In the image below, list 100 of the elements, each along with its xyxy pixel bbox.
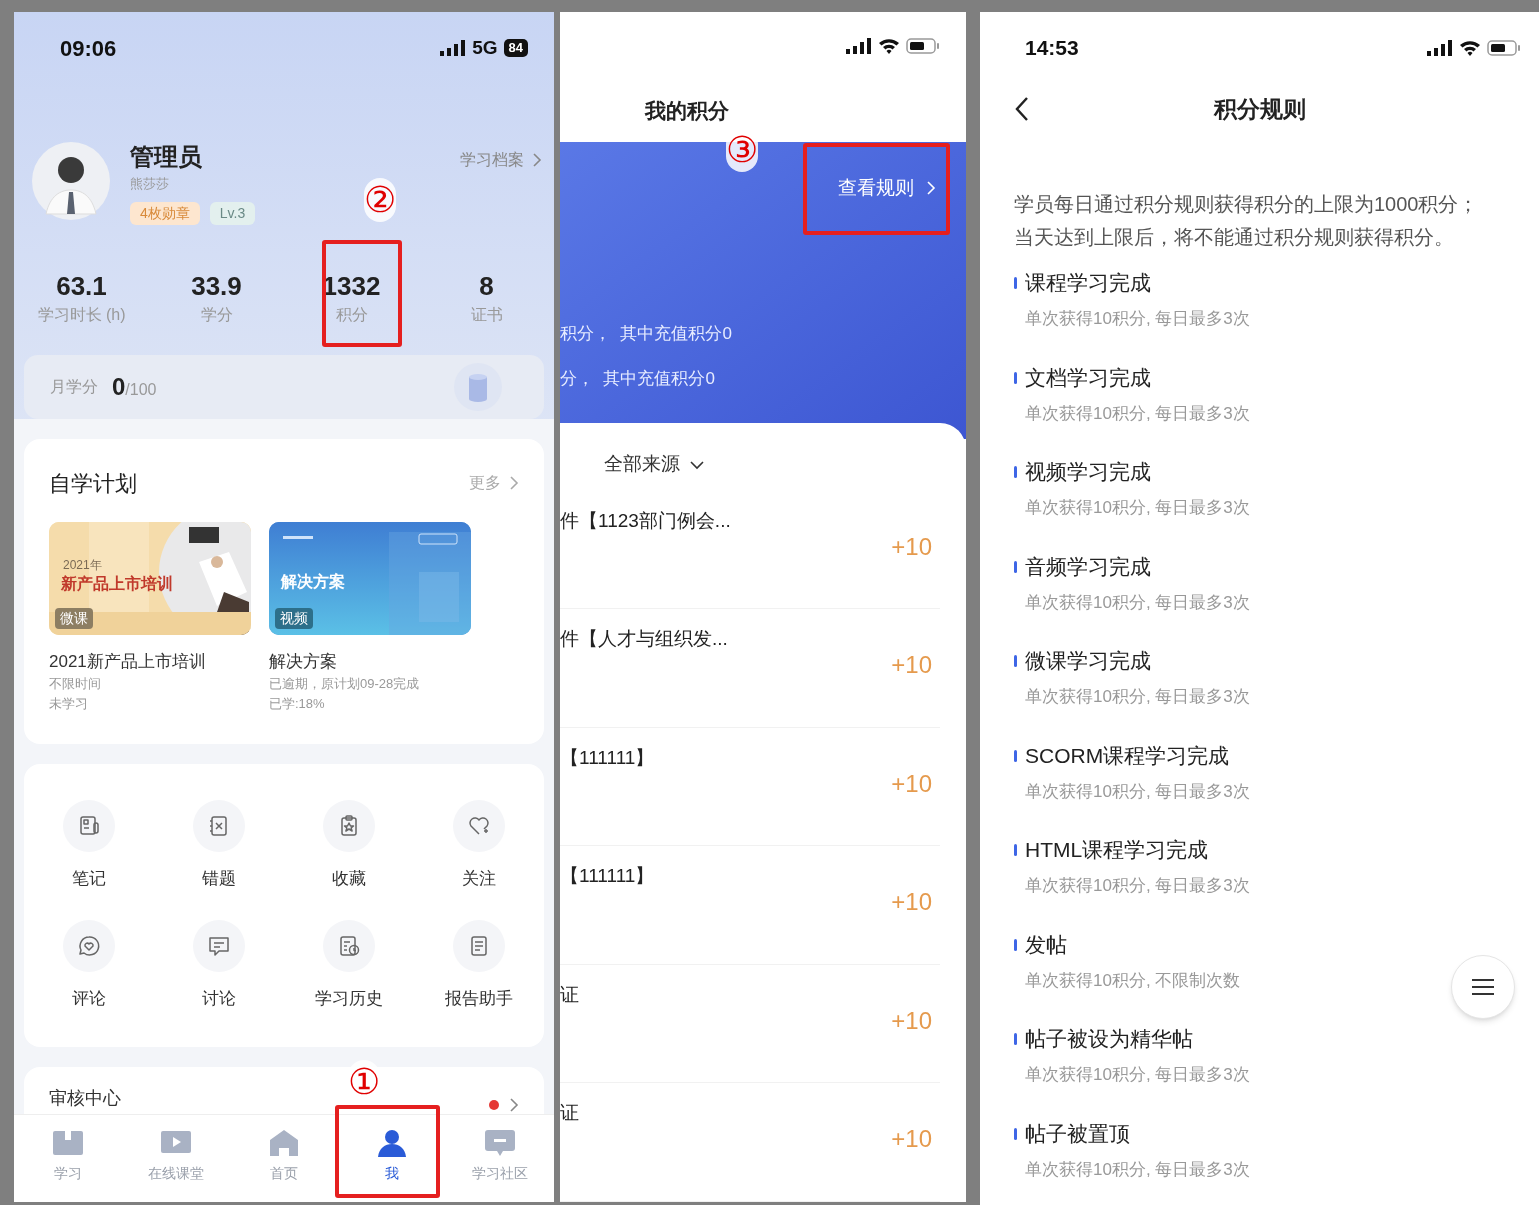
rule-title: 发帖 [1025,931,1067,958]
stat-label: 学分 [200,304,233,325]
back-button[interactable] [1014,96,1030,122]
status-time: 09:06 [60,34,117,63]
monthly-value: 0 [112,371,126,402]
record-title: 【111111】 [560,746,655,770]
rule-title: 帖子被设为精华帖 [1025,1026,1193,1052]
monthly-credit-card[interactable]: 月学分 0/100 [24,354,544,419]
shortcut-item[interactable]: 讨论 [154,919,284,1011]
wifi-icon [878,38,900,55]
rule-marker [1014,466,1017,478]
rule-title: SCORM课程学习完成 [1025,742,1230,769]
rule-detail: 单次获得10积分, 每日最多3次 [1025,1064,1250,1086]
record-title: 件【人才与组织发... [560,627,728,652]
record-points: +10 [891,769,932,799]
cover-title: 新产品上市培训 [61,573,173,594]
shortcut-label: 评论 [72,987,106,1010]
stat-label: 积分 [335,304,368,325]
shortcut-item[interactable]: 错题 [154,800,284,892]
course-cover[interactable]: 解决方案 视频 [269,521,471,635]
status-time: 14:53 [1025,35,1079,62]
cover-year: 2021年 [63,556,102,574]
record-points: +10 [891,650,932,681]
person-icon [376,1129,408,1157]
rule-marker [1014,560,1017,573]
rules-link[interactable]: 查看规则 [838,174,936,203]
shortcut-item[interactable]: 关注 [414,800,544,892]
rule-detail: 单次获得10积分, 每日最多3次 [1025,1158,1250,1181]
course-title[interactable]: 2021新产品上市培训 [49,648,251,674]
source-filter[interactable]: 全部来源 [604,450,704,479]
record-points: +10 [891,887,932,918]
shortcut-item[interactable]: 学习历史 [284,919,414,1011]
page-title: 我的积分 [645,98,729,125]
menu-button[interactable] [1451,955,1515,1019]
rule-title: 微课学习完成 [1025,648,1151,674]
level-badge: Lv.3 [209,201,256,225]
rule-marker [1014,844,1017,856]
rule-detail: 单次获得10积分, 每日最多3次 [1025,686,1250,708]
shortcut-label: 讨论 [202,987,236,1010]
rule-title: 课程学习完成 [1025,270,1151,296]
course-title[interactable]: 解决方案 [269,648,471,674]
stat-value[interactable]: 63.1 [56,270,107,301]
audit-center-title[interactable]: 审核中心 [49,1085,121,1112]
rule-marker [1014,938,1017,951]
stat-value[interactable]: 1332 [322,270,381,301]
rule-marker [1014,749,1017,762]
chevron-icon [509,476,519,490]
shortcut-item[interactable]: 报告助手 [414,919,544,1011]
rules-intro-line: 当天达到上限后，将不能通过积分规则获得积分。 [1014,225,1454,250]
rule-detail: 单次获得10积分, 每日最多3次 [1025,497,1250,519]
stat-value[interactable]: 8 [479,270,494,301]
shortcut-label: 错题 [202,868,236,890]
record-title: 证 [560,983,579,1007]
stat-value[interactable]: 33.9 [191,270,242,301]
page-title: 积分规则 [1213,94,1306,124]
course-type-tag: 视频 [275,607,313,629]
stat-label: 学习时长 (h) [37,304,126,325]
signal-icon [1427,40,1453,56]
chevron-icon [926,181,936,196]
rule-marker [1014,277,1017,289]
course-meta: 已学:18% [269,695,326,713]
tab[interactable]: 我 [338,1115,446,1202]
record-points: +10 [891,1006,932,1036]
shortcut-item[interactable]: 收藏 [284,800,414,892]
rule-title: 视频学习完成 [1025,459,1151,485]
record-title: 件【1123部门例会... [560,509,731,533]
medal-badge: 4枚勋章 [130,201,200,225]
cup-icon [452,360,504,413]
shortcut-label: 收藏 [332,868,366,890]
battery-level: 84 [503,39,528,57]
course-meta: 不限时间 [49,675,102,693]
shortcut-label: 报告助手 [445,987,513,1010]
course-meta: 未学习 [49,695,89,713]
record-title: 证 [560,1101,579,1126]
battery-icon [1487,40,1521,56]
course-cover[interactable]: 2021年 新产品上市培训 微课 [49,521,251,635]
book-icon [52,1129,84,1157]
record-title: 【111111】 [560,864,655,889]
section-title: 自学计划 [49,469,137,498]
points-summary: 积分， 其中充值积分0 [560,323,733,345]
shortcut-item[interactable]: 笔记 [24,800,154,892]
shortcut-label: 笔记 [72,868,106,890]
course-meta: 已逾期，原计划09-28完成 [269,675,421,693]
rule-marker [1014,371,1017,384]
stat-label: 证书 [470,304,503,325]
shortcut-item[interactable]: 评论 [24,919,154,1011]
signal-icon [440,40,467,56]
user-subtitle: 熊莎莎 [130,175,170,193]
cover-title: 解决方案 [281,571,345,592]
network-label: 5G [472,35,498,60]
monthly-label: 月学分 [50,376,98,397]
chevron-icon [532,153,542,167]
rule-title: 帖子被置顶 [1025,1120,1130,1147]
rule-marker [1014,1127,1017,1140]
wifi-icon [1459,40,1481,56]
points-summary: 分， 其中充值积分0 [560,368,716,390]
dropdown-caret-icon [690,459,704,470]
rule-detail: 单次获得10积分, 每日最多3次 [1025,875,1250,897]
rule-detail: 单次获得10积分, 每日最多3次 [1025,591,1250,614]
shortcut-label: 关注 [462,868,496,890]
